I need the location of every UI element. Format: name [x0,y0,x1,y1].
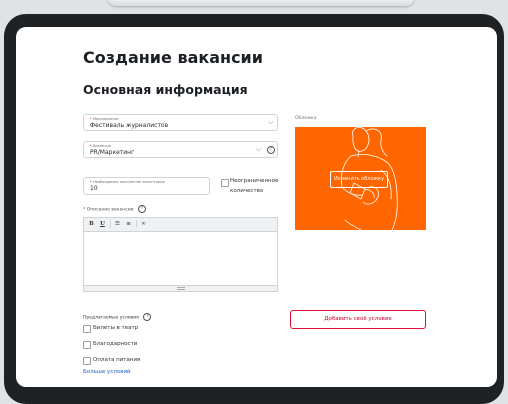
help-icon[interactable]: ? [143,313,152,321]
link-icon[interactable]: ∞ [139,220,148,228]
vacancy-select[interactable]: * Вакансия PR/Маркетинг ⌵ ? [83,141,278,158]
condition-label-gratitude: Благодарности [93,341,138,347]
unlimited-label-1: Неограниченное [230,178,279,184]
event-select[interactable]: * Мероприятие Фестиваль журналистов ⌵ [83,114,278,131]
section-title: Основная информация [83,82,248,97]
resize-handle[interactable] [84,285,277,291]
event-value: Фестиваль журналистов [90,122,169,129]
volunteers-count-input[interactable]: * Необходимое количество волонтеров 10 [83,177,210,195]
change-cover-button[interactable]: Изменить обложку [330,171,388,188]
condition-checkbox-meals[interactable] [83,357,91,365]
condition-checkbox-tickets[interactable] [83,325,91,333]
more-conditions-link[interactable]: Больше условий [83,369,131,375]
volunteers-label: Необходимое количество волонтеров [92,180,165,184]
divider [136,220,137,228]
editor-toolbar: B U ☰ ≡ ∞ [84,218,277,232]
condition-label-tickets: Билеты в театр [93,325,139,331]
stylus [108,0,414,6]
conditions-label: Предлагаемые условия ? [83,313,152,321]
unlimited-label-2: количество [230,188,264,194]
screen: Создание вакансии Основная информация * … [16,27,497,387]
bold-icon[interactable]: B [87,220,96,228]
description-label: * Описание вакансии ? [83,205,146,213]
vacancy-value: PR/Маркетинг [90,149,135,156]
vacancy-label: Вакансия [92,144,111,148]
unlimited-checkbox[interactable] [221,179,229,187]
cover-label: Обложка [295,116,317,121]
description-editor[interactable]: B U ☰ ≡ ∞ [83,217,278,292]
chevron-down-icon: ⌵ [256,145,262,153]
add-condition-button[interactable]: Добавить своё условие [290,310,426,329]
condition-checkbox-gratitude[interactable] [83,341,91,349]
chevron-down-icon: ⌵ [268,118,274,126]
help-icon[interactable]: ? [267,146,275,154]
condition-label-meals: Оплата питания [93,357,141,363]
volunteers-value: 10 [90,185,98,192]
divider [110,220,111,228]
event-label: Мероприятие [92,117,119,121]
numbered-list-icon[interactable]: ≡ [124,220,133,228]
underline-icon[interactable]: U [98,220,107,228]
help-icon[interactable]: ? [137,205,146,213]
page-title: Создание вакансии [83,48,263,67]
cover-image: Изменить обложку [295,127,426,230]
bulleted-list-icon[interactable]: ☰ [113,220,122,228]
